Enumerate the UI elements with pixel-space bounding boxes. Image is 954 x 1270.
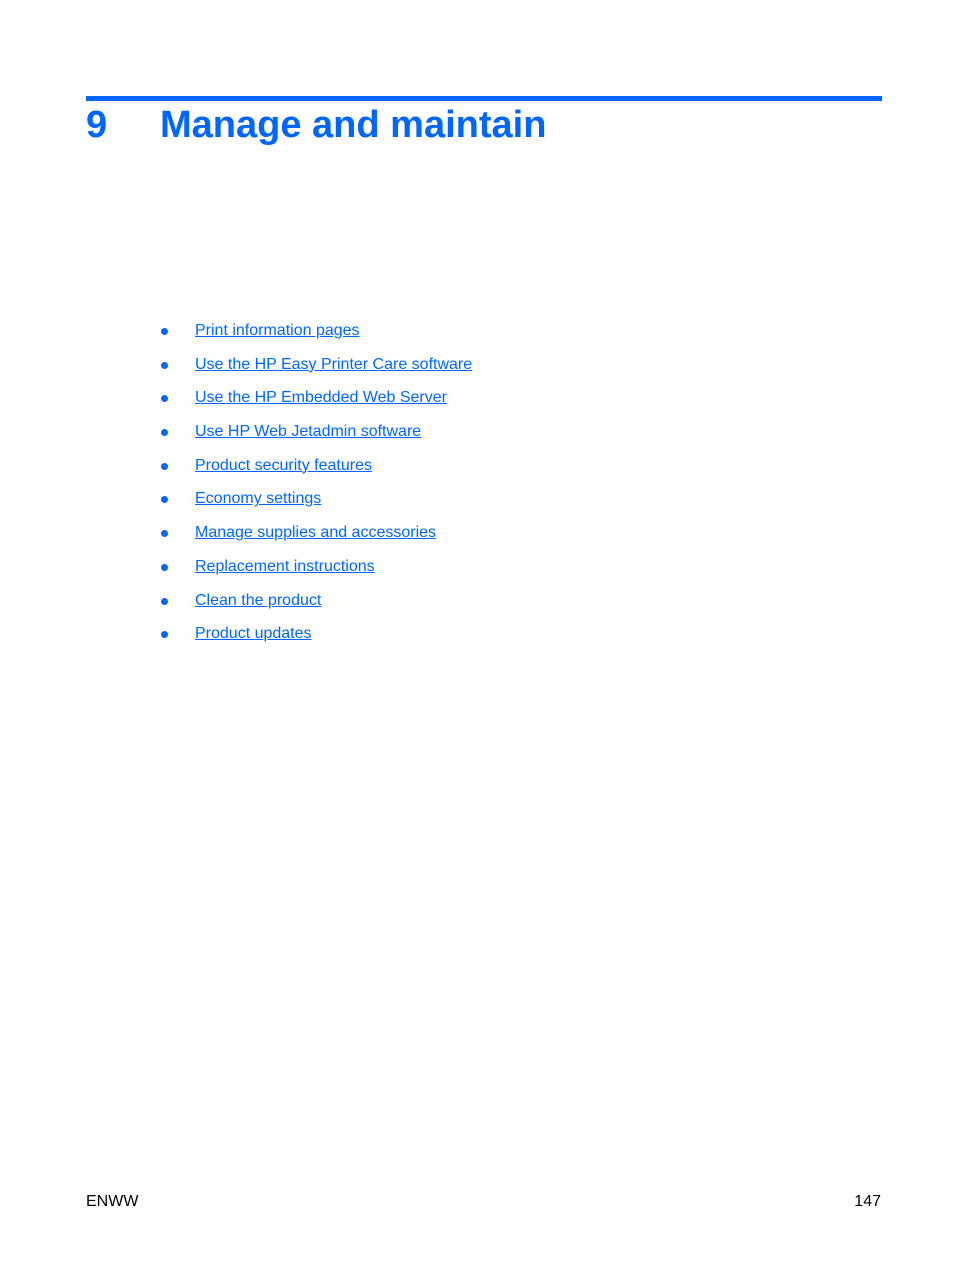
- bullet-icon: [161, 631, 168, 639]
- toc-link-security-features[interactable]: Product security features: [195, 455, 372, 477]
- bullet-icon: [161, 496, 168, 504]
- bullet-icon: [161, 563, 168, 571]
- toc-link-web-jetadmin[interactable]: Use HP Web Jetadmin software: [195, 421, 421, 443]
- chapter-number: 9: [86, 104, 108, 146]
- toc-link-print-information-pages[interactable]: Print information pages: [195, 320, 360, 342]
- bullet-icon: [161, 429, 168, 437]
- toc-link-clean-product[interactable]: Clean the product: [195, 590, 321, 612]
- footer-label: ENWW: [86, 1193, 139, 1210]
- toc-link-embedded-web-server[interactable]: Use the HP Embedded Web Server: [195, 387, 447, 409]
- bullet-icon: [161, 395, 168, 403]
- page-number: 147: [854, 1193, 881, 1210]
- toc-link-manage-supplies[interactable]: Manage supplies and accessories: [195, 522, 436, 544]
- bullet-icon: [161, 328, 168, 335]
- toc-link-economy-settings[interactable]: Economy settings: [195, 488, 321, 510]
- bullet-icon: [161, 597, 168, 605]
- bullet-icon: [161, 530, 168, 538]
- chapter-title: Manage and maintain: [160, 104, 547, 146]
- toc-link-product-updates[interactable]: Product updates: [195, 623, 312, 645]
- toc-link-easy-printer-care[interactable]: Use the HP Easy Printer Care software: [195, 354, 472, 376]
- bullet-icon: [161, 462, 168, 470]
- toc-link-replacement-instructions[interactable]: Replacement instructions: [195, 556, 375, 578]
- bullet-icon: [161, 361, 168, 369]
